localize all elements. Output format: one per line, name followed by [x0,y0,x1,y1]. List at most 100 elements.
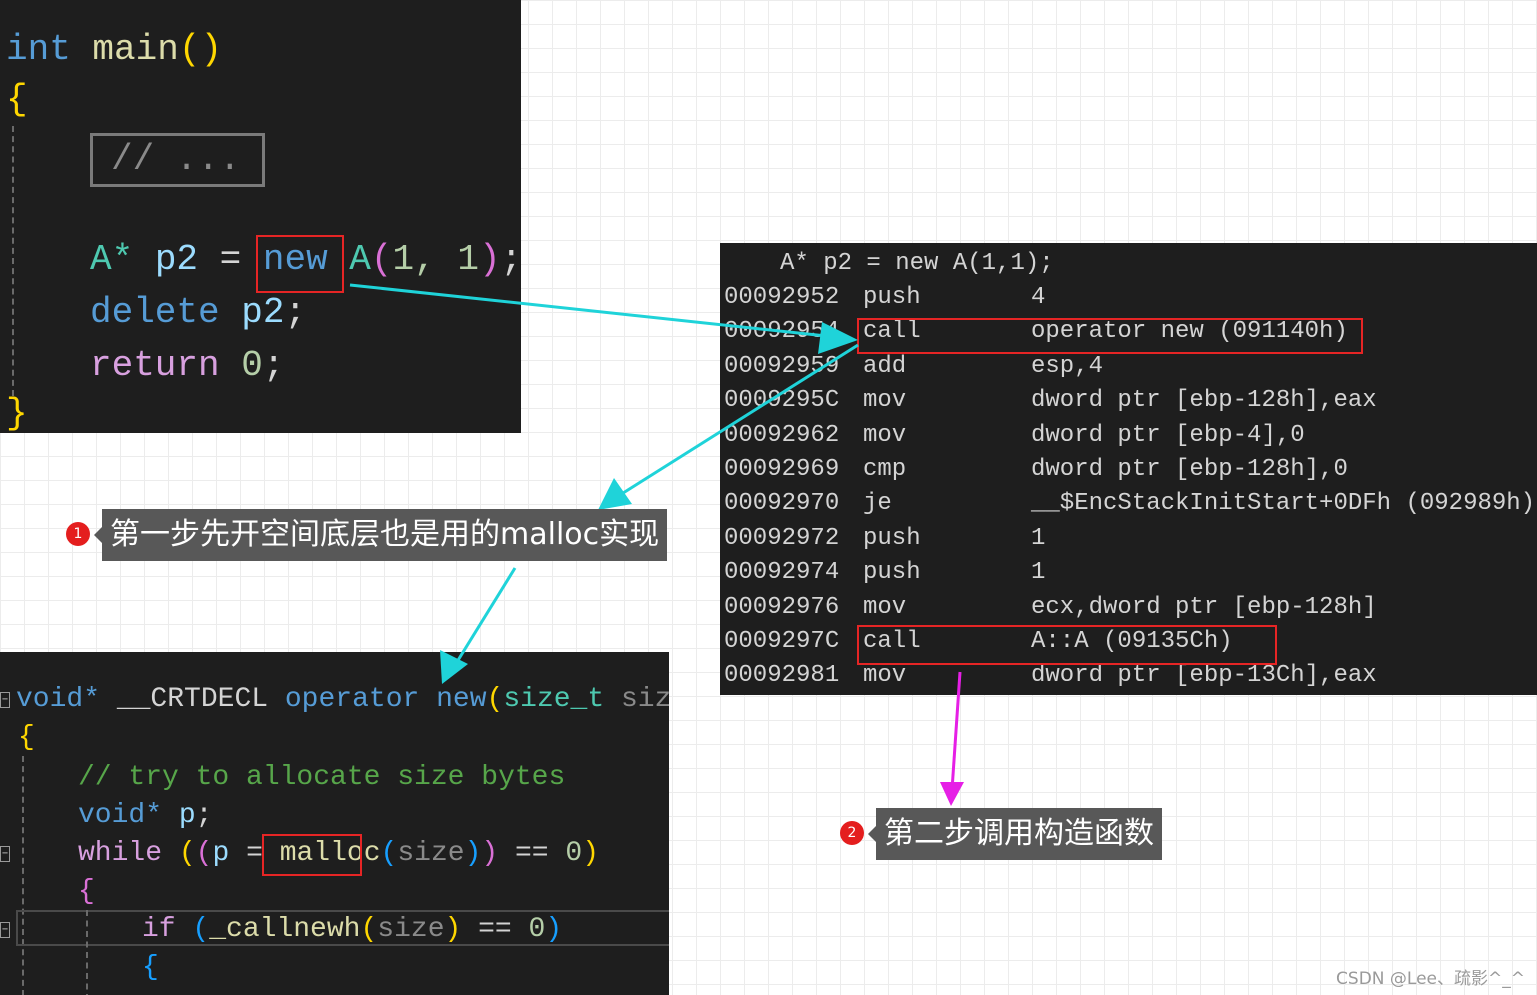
collapsed-code-box[interactable]: // ... [90,133,265,187]
disasm-mnemonic: push [863,284,921,311]
paren: ) [464,838,482,869]
arg-size: size [397,838,465,869]
disasm-mnemonic: mov [863,593,907,621]
disasm-operand: dword ptr [ebp-128h],eax [1031,387,1377,415]
call-constructor-highlight [857,625,1277,665]
disasm-address: 0009297C [724,628,840,655]
disasm-mnemonic: je [863,490,892,518]
operator-new-signature: void* __CRTDECL operator new(size_t size… [16,682,669,718]
disasm-operand: 4 [1031,284,1046,311]
disasm-address: 00092959 [724,352,840,380]
disasm-row: 00092952 push 4 [720,281,1537,315]
main-signature-line: int main() [6,30,222,70]
disasm-address: 00092970 [724,490,840,518]
indent-guide [86,910,88,995]
return-line: return 0; [90,346,284,386]
assign-op: = [219,239,242,280]
step2-callout: 第二步调用构造函数 [868,808,1162,860]
collapse-toggle-icon[interactable]: − [0,922,10,938]
collapse-toggle-icon[interactable]: − [0,846,10,862]
disasm-row: 00092970 je __$EncStackInitStart+0DFh (092… [720,487,1537,521]
arrowhead [598,478,632,510]
operator-new-source-panel: − void* __CRTDECL operator new(size_t si… [0,652,669,995]
watermark: CSDN @Lee、疏影^_^ [1336,969,1525,989]
disasm-operand: 1 [1031,524,1046,552]
disasm-address: 00092954 [724,318,840,346]
disasm-source-header: A* p2 = new A(1,1); [780,250,1054,277]
disasm-operand: esp,4 [1031,352,1104,380]
decl-line: void* p; [78,798,212,834]
main-close-brace: } [6,393,28,434]
arrowhead [940,782,964,806]
disasm-address: 00092981 [724,662,840,690]
while-open-brace: { [78,876,95,907]
delete-line: delete p2; [90,293,306,333]
paren-open: ( [486,684,504,715]
keyword-int: int [6,29,71,70]
disasm-address: 0009295C [724,387,840,415]
semicolon: ; [500,239,521,280]
step1-badge: 1 [66,522,90,546]
disasm-row: 00092972 push 1 [720,522,1537,556]
semicolon: ; [284,292,307,333]
main-source-panel: int main() { // ... A* p2 = new A(1, 1);… [0,0,521,433]
semicolon: ; [195,800,213,831]
paren-close: ) [200,29,223,70]
var-p: p [212,838,230,869]
if-open-brace: { [142,952,159,983]
paren: ( [192,914,210,945]
type-void-ptr: void* [16,684,101,715]
comment-placeholder: // ... [111,139,241,180]
return-value: 0 [241,345,263,386]
paren-close: ) [478,239,501,280]
type-A-ptr: A* [90,239,134,280]
keyword-new: new [436,684,487,715]
comment-line: // try to allocate size bytes [78,762,566,793]
keyword-while: while [78,838,163,869]
new-keyword-highlight [256,235,344,293]
paren-open: ( [370,239,393,280]
macro-crtdecl: __CRTDECL [116,684,269,715]
disasm-address: 00092952 [724,284,840,311]
disasm-row: 00092976 mov ecx,dword ptr [ebp-128h] [720,591,1537,625]
malloc-highlight [262,834,362,876]
disasm-mnemonic: add [863,352,907,380]
var-p2: p2 [154,239,199,280]
disasm-address: 00092974 [724,559,840,587]
disasm-operand: dword ptr [ebp-128h],0 [1031,456,1348,483]
literal-zero: 0 [528,914,546,945]
step2-badge: 2 [840,821,864,845]
disassembly-panel: A* p2 = new A(1,1); 00092952 push 4 0009295… [720,243,1537,695]
disasm-address: 00092962 [724,421,840,449]
paren: ) [444,914,462,945]
type-void-ptr: void* [78,800,163,831]
disasm-mnemonic: mov [863,387,907,415]
paren: ( [380,838,398,869]
disasm-mnemonic: mov [863,421,907,449]
func-open-brace: { [18,722,35,753]
disasm-address: 00092976 [724,593,840,621]
collapse-toggle-icon[interactable]: − [0,692,10,708]
disasm-row: 00092959 add esp,4 [720,350,1537,384]
keyword-delete: delete [90,292,220,333]
call-operator-new-highlight [857,318,1363,354]
compare-op: == [515,838,549,869]
compare-op: == [478,914,512,945]
paren-open: ( [178,29,201,70]
keyword-if: if [142,914,176,945]
disasm-operand: dword ptr [ebp-4],0 [1031,421,1305,449]
var-p: p [178,800,196,831]
paren: ( [360,914,378,945]
disasm-row: 00092962 mov dword ptr [ebp-4],0 [720,419,1537,453]
indent-guide [12,126,14,396]
disasm-operand: 1 [1031,559,1046,587]
keyword-operator: operator [284,684,420,715]
paren: ( [178,838,196,869]
indent-guide [22,756,24,995]
keyword-return: return [90,345,220,386]
func-callnewh: _callnewh [209,914,361,945]
disasm-mnemonic: push [863,524,921,552]
disasm-mnemonic: push [863,559,921,587]
semicolon: ; [262,345,285,386]
step1-callout: 第一步先开空间底层也是用的malloc实现 [93,509,668,561]
